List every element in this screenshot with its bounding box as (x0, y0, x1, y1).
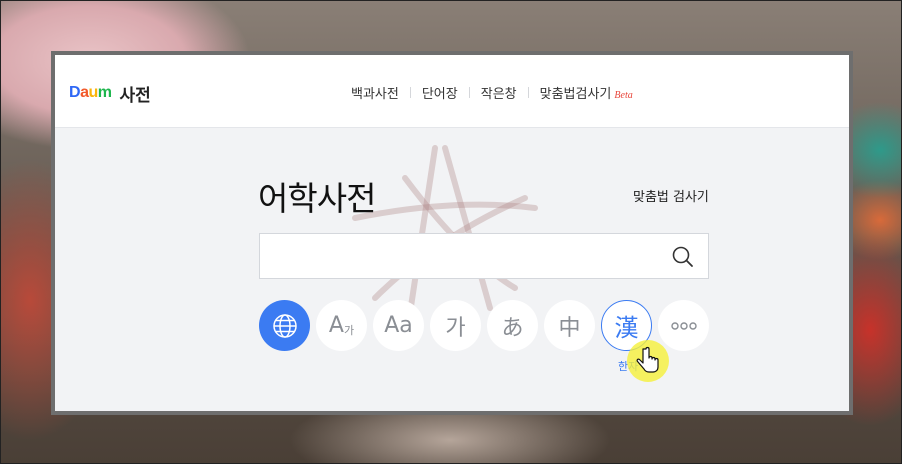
search-input[interactable] (272, 242, 656, 272)
nav-spell-checker[interactable]: 맞춤법검사기 Beta (529, 83, 644, 102)
nav-mini-window[interactable]: 작은창 (470, 83, 528, 102)
search-box (259, 233, 709, 279)
dictionary-window: Daum 사전 백과사전 단어장 작은창 맞춤법검사기Beta Book 어학사… (51, 51, 853, 415)
globe-icon (272, 313, 297, 338)
lang-glyph: 가 (445, 315, 466, 341)
logo-text: 사전 (119, 85, 151, 106)
magnifier-icon (672, 246, 693, 267)
daum-dictionary-logo[interactable]: Daum 사전 (69, 81, 151, 106)
watermark-logo: Book (352, 145, 595, 316)
lang-glyph: Aa (384, 313, 413, 338)
lang-korean-button[interactable]: 가 (430, 300, 481, 351)
beta-badge: Beta (614, 90, 633, 101)
lang-glyph: 中 (558, 315, 581, 341)
lang-english-korean-button[interactable]: A가 (316, 300, 367, 351)
main-content: Book 어학사전 맞춤법 검사기 (55, 128, 849, 411)
lang-japanese-button[interactable]: あ (487, 300, 538, 351)
more-icon (670, 321, 697, 330)
lang-chinese-button[interactable]: 中 (544, 300, 595, 351)
nav-spell-checker-label: 맞춤법검사기 (539, 87, 612, 102)
spell-checker-link[interactable]: 맞춤법 검사기 (633, 186, 709, 205)
daum-logo: Daum (69, 84, 112, 101)
nav-encyclopedia[interactable]: 백과사전 (340, 83, 410, 102)
nav-wordbook[interactable]: 단어장 (411, 83, 469, 102)
lang-all-button[interactable] (259, 300, 310, 351)
page-title: 어학사전 (258, 179, 376, 218)
top-navigation-bar: Daum 사전 백과사전 단어장 작은창 맞춤법검사기 Beta (55, 55, 849, 128)
search-button[interactable] (670, 244, 696, 270)
lang-glyph: あ (501, 315, 524, 341)
lang-english-button[interactable]: Aa (373, 300, 424, 351)
service-nav: 백과사전 단어장 작은창 맞춤법검사기 Beta (340, 83, 644, 102)
lang-glyph: A (328, 313, 344, 338)
lang-glyph-sub: 가 (343, 323, 355, 337)
hand-cursor-icon (627, 340, 669, 382)
